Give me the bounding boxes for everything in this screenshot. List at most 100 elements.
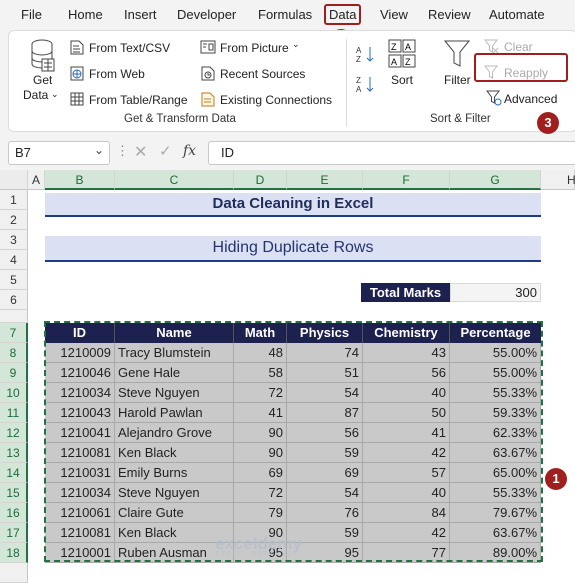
cell-math[interactable]: 79 (234, 503, 287, 523)
from-picture-button[interactable]: From Picture (220, 41, 289, 55)
cell-id[interactable]: 1210041 (45, 423, 115, 443)
cell-chemistry[interactable]: 50 (363, 403, 450, 423)
menu-data[interactable]: Data (324, 4, 362, 25)
row-header[interactable]: 13 (0, 443, 28, 463)
cell-percentage[interactable]: 79.67% (450, 503, 541, 523)
cell-percentage[interactable]: 65.00% (450, 463, 541, 483)
table-header-name[interactable]: Name (115, 323, 234, 343)
row-header[interactable]: 2 (0, 210, 28, 230)
cell-percentage[interactable]: 89.00% (450, 543, 541, 563)
cell-name[interactable]: Ken Black (115, 443, 234, 463)
name-box[interactable]: B7 ⌄ (8, 141, 110, 165)
filter-button[interactable]: Filter (444, 73, 471, 87)
row-header[interactable]: 12 (0, 423, 28, 443)
cell-chemistry[interactable]: 40 (363, 383, 450, 403)
cell-name[interactable]: Harold Pawlan (115, 403, 234, 423)
cell-chemistry[interactable]: 57 (363, 463, 450, 483)
col-header-b[interactable]: B (45, 170, 115, 190)
cancel-icon[interactable]: ✕ (134, 142, 147, 162)
from-text-csv-button[interactable]: From Text/CSV (89, 41, 170, 55)
cell-name[interactable]: Claire Gute (115, 503, 234, 523)
table-header-chemistry[interactable]: Chemistry (363, 323, 450, 343)
row-header[interactable]: 7 (0, 323, 28, 343)
col-header-d[interactable]: D (234, 170, 287, 190)
cell-math[interactable]: 72 (234, 383, 287, 403)
cell-math[interactable]: 48 (234, 343, 287, 363)
menu-review[interactable]: Review (428, 7, 471, 22)
cell-id[interactable]: 1210001 (45, 543, 115, 563)
chevron-down-icon[interactable]: ⌄ (94, 143, 104, 157)
row-header[interactable]: 15 (0, 483, 28, 503)
row-header[interactable]: 16 (0, 503, 28, 523)
cell-id[interactable]: 1210081 (45, 443, 115, 463)
col-header-h[interactable]: H (541, 170, 575, 190)
cell-percentage[interactable]: 59.33% (450, 403, 541, 423)
cell-physics[interactable]: 54 (287, 483, 363, 503)
cell-chemistry[interactable]: 43 (363, 343, 450, 363)
cell-chemistry[interactable]: 56 (363, 363, 450, 383)
recent-sources-button[interactable]: Recent Sources (220, 67, 305, 81)
cell-math[interactable]: 58 (234, 363, 287, 383)
cell-percentage[interactable]: 63.67% (450, 443, 541, 463)
cell-percentage[interactable]: 55.33% (450, 383, 541, 403)
cell-chemistry[interactable]: 42 (363, 443, 450, 463)
cell-id[interactable]: 1210081 (45, 523, 115, 543)
row-header[interactable]: 9 (0, 363, 28, 383)
cell-chemistry[interactable]: 77 (363, 543, 450, 563)
cell-physics[interactable]: 87 (287, 403, 363, 423)
cell-math[interactable]: 69 (234, 463, 287, 483)
menu-insert[interactable]: Insert (124, 7, 157, 22)
cell-chemistry[interactable]: 84 (363, 503, 450, 523)
cell-id[interactable]: 1210034 (45, 483, 115, 503)
cell-name[interactable]: Gene Hale (115, 363, 234, 383)
cell-name[interactable]: Steve Nguyen (115, 383, 234, 403)
row-header[interactable]: 8 (0, 343, 28, 363)
cell-math[interactable]: 41 (234, 403, 287, 423)
cell-math[interactable]: 90 (234, 443, 287, 463)
advanced-button[interactable]: Advanced (504, 92, 557, 106)
row-header[interactable]: 14 (0, 463, 28, 483)
menu-view[interactable]: View (380, 7, 408, 22)
col-header-c[interactable]: C (115, 170, 234, 190)
col-header-a[interactable]: A (28, 170, 45, 190)
table-header-percentage[interactable]: Percentage (450, 323, 541, 343)
sort-a-z-icon[interactable]: A Z (356, 45, 376, 63)
cell-name[interactable]: Steve Nguyen (115, 483, 234, 503)
row-header[interactable]: 4 (0, 250, 28, 270)
from-table-range-button[interactable]: From Table/Range (89, 93, 188, 107)
sort-z-a-icon[interactable]: Z A (356, 75, 376, 93)
cell-physics[interactable]: 74 (287, 343, 363, 363)
row-header[interactable]: 1 (0, 190, 28, 210)
cell-name[interactable]: Alejandro Grove (115, 423, 234, 443)
cell-physics[interactable]: 76 (287, 503, 363, 523)
cell-physics[interactable]: 56 (287, 423, 363, 443)
row-header[interactable]: 11 (0, 403, 28, 423)
formula-input[interactable]: ID (208, 141, 575, 165)
cell-id[interactable]: 1210043 (45, 403, 115, 423)
cell-physics[interactable]: 69 (287, 463, 363, 483)
cell-chemistry[interactable]: 40 (363, 483, 450, 503)
cell-physics[interactable]: 54 (287, 383, 363, 403)
col-header-g[interactable]: G (450, 170, 541, 190)
cell-percentage[interactable]: 62.33% (450, 423, 541, 443)
row-header[interactable]: 3 (0, 230, 28, 250)
cell-physics[interactable]: 59 (287, 443, 363, 463)
enter-check-icon[interactable]: ✓ (159, 142, 172, 160)
cell-physics[interactable]: 51 (287, 363, 363, 383)
table-header-math[interactable]: Math (234, 323, 287, 343)
cell-id[interactable]: 1210009 (45, 343, 115, 363)
cell-id[interactable]: 1210061 (45, 503, 115, 523)
cell-percentage[interactable]: 63.67% (450, 523, 541, 543)
menu-file[interactable]: File (21, 7, 42, 22)
cell-chemistry[interactable]: 42 (363, 523, 450, 543)
select-all-corner[interactable] (0, 170, 28, 190)
sort-button[interactable]: Sort (391, 73, 413, 87)
menu-formulas[interactable]: Formulas (258, 7, 312, 22)
cell-percentage[interactable]: 55.00% (450, 363, 541, 383)
total-marks-value[interactable]: 300 (450, 283, 541, 302)
cell-name[interactable]: Tracy Blumstein (115, 343, 234, 363)
cell-id[interactable]: 1210046 (45, 363, 115, 383)
table-header-physics[interactable]: Physics (287, 323, 363, 343)
cell-math[interactable]: 72 (234, 483, 287, 503)
insert-function-icon[interactable]: fx (183, 143, 196, 159)
